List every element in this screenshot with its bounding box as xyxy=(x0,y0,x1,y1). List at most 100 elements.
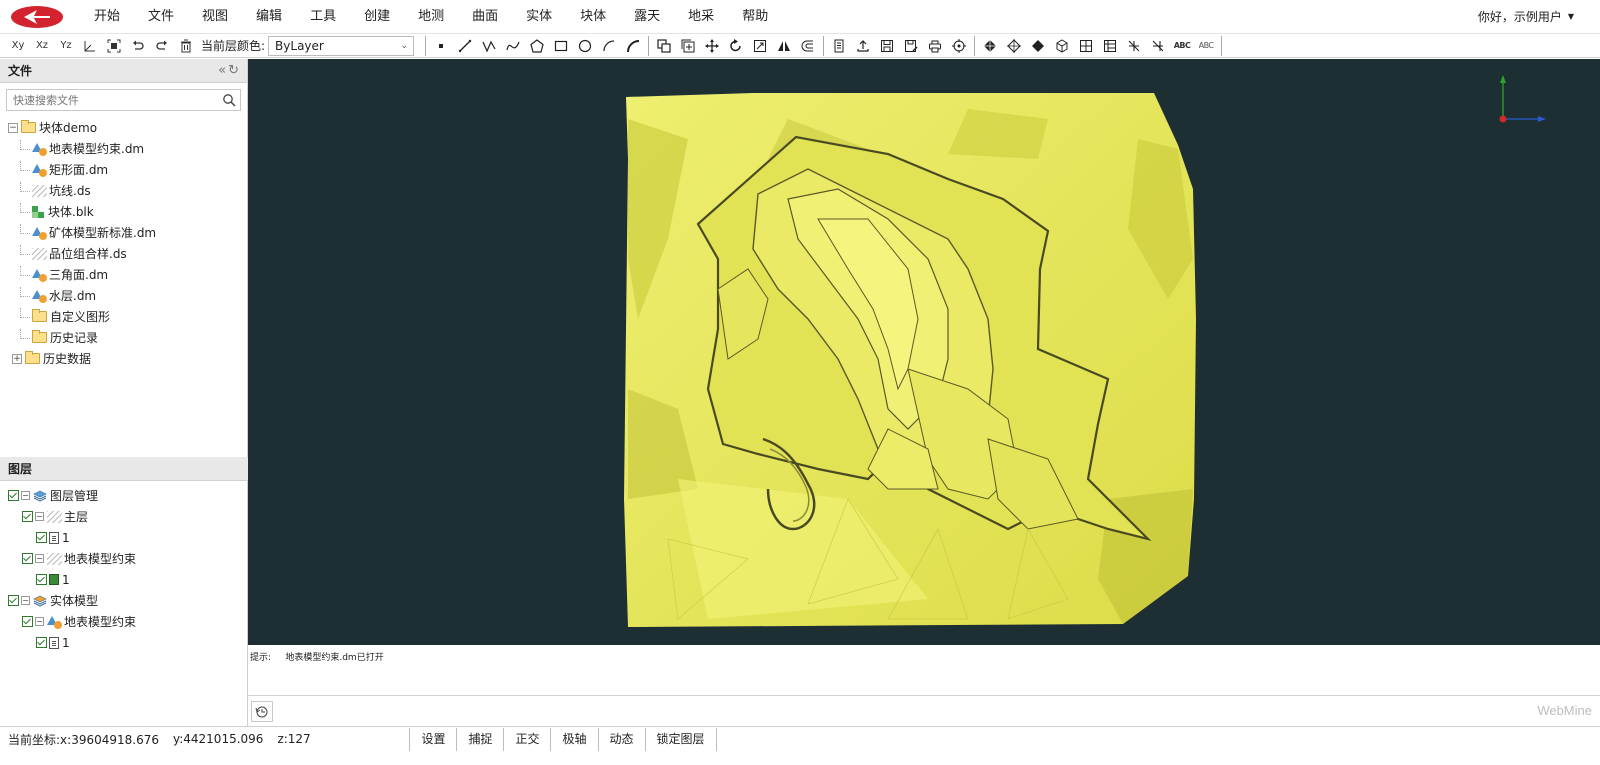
file-tree-item[interactable]: 品位组合样.ds xyxy=(8,243,247,264)
lock-layer-button[interactable]: 锁定图层 xyxy=(644,727,717,751)
undo-icon[interactable] xyxy=(126,35,150,57)
copy-icon[interactable] xyxy=(652,35,676,57)
polar-button[interactable]: 极轴 xyxy=(550,727,597,751)
search-icon[interactable] xyxy=(222,93,236,107)
file-tree-item[interactable]: 坑线.ds xyxy=(8,180,247,201)
view-yz-button[interactable]: Yz xyxy=(54,35,78,57)
menu-item-start[interactable]: 开始 xyxy=(80,0,134,34)
save-icon[interactable] xyxy=(875,35,899,57)
file-tree-item[interactable]: + 历史数据 xyxy=(8,348,247,369)
layer-tree-item[interactable]: 1 xyxy=(8,527,248,548)
snap-button[interactable]: 捕捉 xyxy=(456,727,503,751)
file-tree-item[interactable]: 矿体模型新标准.dm xyxy=(8,222,247,243)
dynamic-button[interactable]: 动态 xyxy=(597,727,645,751)
layer-color-select[interactable]: ByLayer ⌄ xyxy=(268,35,415,56)
snap-vertex-icon[interactable] xyxy=(978,35,1002,57)
file-tree-item[interactable]: 块体.blk xyxy=(8,201,247,222)
collapse-expander-icon[interactable]: − xyxy=(21,491,30,500)
layer-visibility-checkbox[interactable] xyxy=(22,511,33,522)
app-logo[interactable] xyxy=(10,5,64,29)
snap-solid-icon[interactable] xyxy=(1026,35,1050,57)
offset-icon[interactable] xyxy=(676,35,700,57)
menu-item-create[interactable]: 创建 xyxy=(350,0,404,34)
file-search-input[interactable] xyxy=(7,90,207,110)
point-icon[interactable] xyxy=(429,35,453,57)
menu-item-help[interactable]: 帮助 xyxy=(728,0,782,34)
collapse-expander-icon[interactable]: − xyxy=(35,512,44,521)
collapse-expander-icon[interactable]: − xyxy=(8,122,18,133)
3d-viewport[interactable] xyxy=(248,59,1600,645)
layer-visibility-checkbox[interactable] xyxy=(8,490,19,501)
file-tree-item[interactable]: 三角面.dm xyxy=(8,264,247,285)
menu-item-tools[interactable]: 工具 xyxy=(296,0,350,34)
delete-icon[interactable] xyxy=(174,35,198,57)
tree-folder-root[interactable]: − 块体demo xyxy=(8,117,247,138)
layer-tree-item[interactable]: − 地表模型约束 xyxy=(8,611,248,632)
layer-tree-item[interactable]: − 地表模型约束 xyxy=(8,548,248,569)
menu-item-openpit[interactable]: 露天 xyxy=(620,0,674,34)
expand-expander-icon[interactable]: + xyxy=(12,353,22,364)
collapse-expander-icon[interactable]: − xyxy=(21,596,30,605)
save-as-icon[interactable] xyxy=(899,35,923,57)
file-tree-item[interactable]: 矩形面.dm xyxy=(8,159,247,180)
mirror-icon[interactable] xyxy=(772,35,796,57)
intersect-alt-icon[interactable] xyxy=(1146,35,1170,57)
layer-visibility-checkbox[interactable] xyxy=(36,532,47,543)
offset-curve-icon[interactable] xyxy=(796,35,820,57)
menu-item-survey[interactable]: 地测 xyxy=(404,0,458,34)
redo-icon[interactable] xyxy=(150,35,174,57)
menu-item-solid[interactable]: 实体 xyxy=(512,0,566,34)
command-history-button[interactable] xyxy=(251,701,273,722)
layer-tree-item[interactable]: − 图层管理 xyxy=(8,485,248,506)
rectangle-icon[interactable] xyxy=(549,35,573,57)
line-icon[interactable] xyxy=(453,35,477,57)
arc-thick-icon[interactable] xyxy=(621,35,645,57)
file-tree-item[interactable]: 历史记录 xyxy=(8,327,247,348)
snap-center-icon[interactable] xyxy=(1002,35,1026,57)
layer-tree-item[interactable]: 1 xyxy=(8,569,248,590)
polygon-icon[interactable] xyxy=(525,35,549,57)
layer-visibility-checkbox[interactable] xyxy=(22,616,33,627)
ortho-button[interactable]: 正交 xyxy=(503,727,550,751)
menu-item-surface[interactable]: 曲面 xyxy=(458,0,512,34)
spline-icon[interactable] xyxy=(501,35,525,57)
settings-button[interactable]: 设置 xyxy=(409,727,456,751)
file-tree-item[interactable]: 地表模型约束.dm xyxy=(8,138,247,159)
layer-visibility-checkbox[interactable] xyxy=(8,595,19,606)
file-tree-item[interactable]: 自定义图形 xyxy=(8,306,247,327)
text-bold-button[interactable]: ABC xyxy=(1170,35,1194,57)
grid-icon[interactable] xyxy=(1074,35,1098,57)
zoom-extent-icon[interactable] xyxy=(102,35,126,57)
menu-item-block[interactable]: 块体 xyxy=(566,0,620,34)
menu-item-file[interactable]: 文件 xyxy=(134,0,188,34)
layer-tree-item[interactable]: − 主层 xyxy=(8,506,248,527)
arc-icon[interactable] xyxy=(597,35,621,57)
view-3d-icon[interactable] xyxy=(78,35,102,57)
menu-item-edit[interactable]: 编辑 xyxy=(242,0,296,34)
document-icon[interactable] xyxy=(827,35,851,57)
user-menu[interactable]: 你好，示例用户 ▼ xyxy=(1478,0,1574,34)
layer-tree-item[interactable]: 1 xyxy=(8,632,248,653)
upload-icon[interactable] xyxy=(851,35,875,57)
layer-visibility-checkbox[interactable] xyxy=(22,553,33,564)
target-icon[interactable] xyxy=(947,35,971,57)
collapse-expander-icon[interactable]: − xyxy=(35,554,44,563)
collapse-icon[interactable]: « xyxy=(218,63,228,78)
rotate-icon[interactable] xyxy=(724,35,748,57)
menu-item-underground[interactable]: 地采 xyxy=(674,0,728,34)
polyline-icon[interactable] xyxy=(477,35,501,57)
intersect-icon[interactable] xyxy=(1122,35,1146,57)
move-icon[interactable] xyxy=(700,35,724,57)
scale-icon[interactable] xyxy=(748,35,772,57)
view-xz-button[interactable]: Xz xyxy=(30,35,54,57)
cube-icon[interactable] xyxy=(1050,35,1074,57)
menu-item-view[interactable]: 视图 xyxy=(188,0,242,34)
collapse-expander-icon[interactable]: − xyxy=(35,617,44,626)
view-xy-button[interactable]: Xy xyxy=(6,35,30,57)
circle-icon[interactable] xyxy=(573,35,597,57)
refresh-icon[interactable]: ↻ xyxy=(228,63,241,78)
layer-tree-item[interactable]: − 实体模型 xyxy=(8,590,248,611)
text-button[interactable]: ABC xyxy=(1194,35,1218,57)
file-tree-item[interactable]: 水层.dm xyxy=(8,285,247,306)
layer-visibility-checkbox[interactable] xyxy=(36,574,47,585)
